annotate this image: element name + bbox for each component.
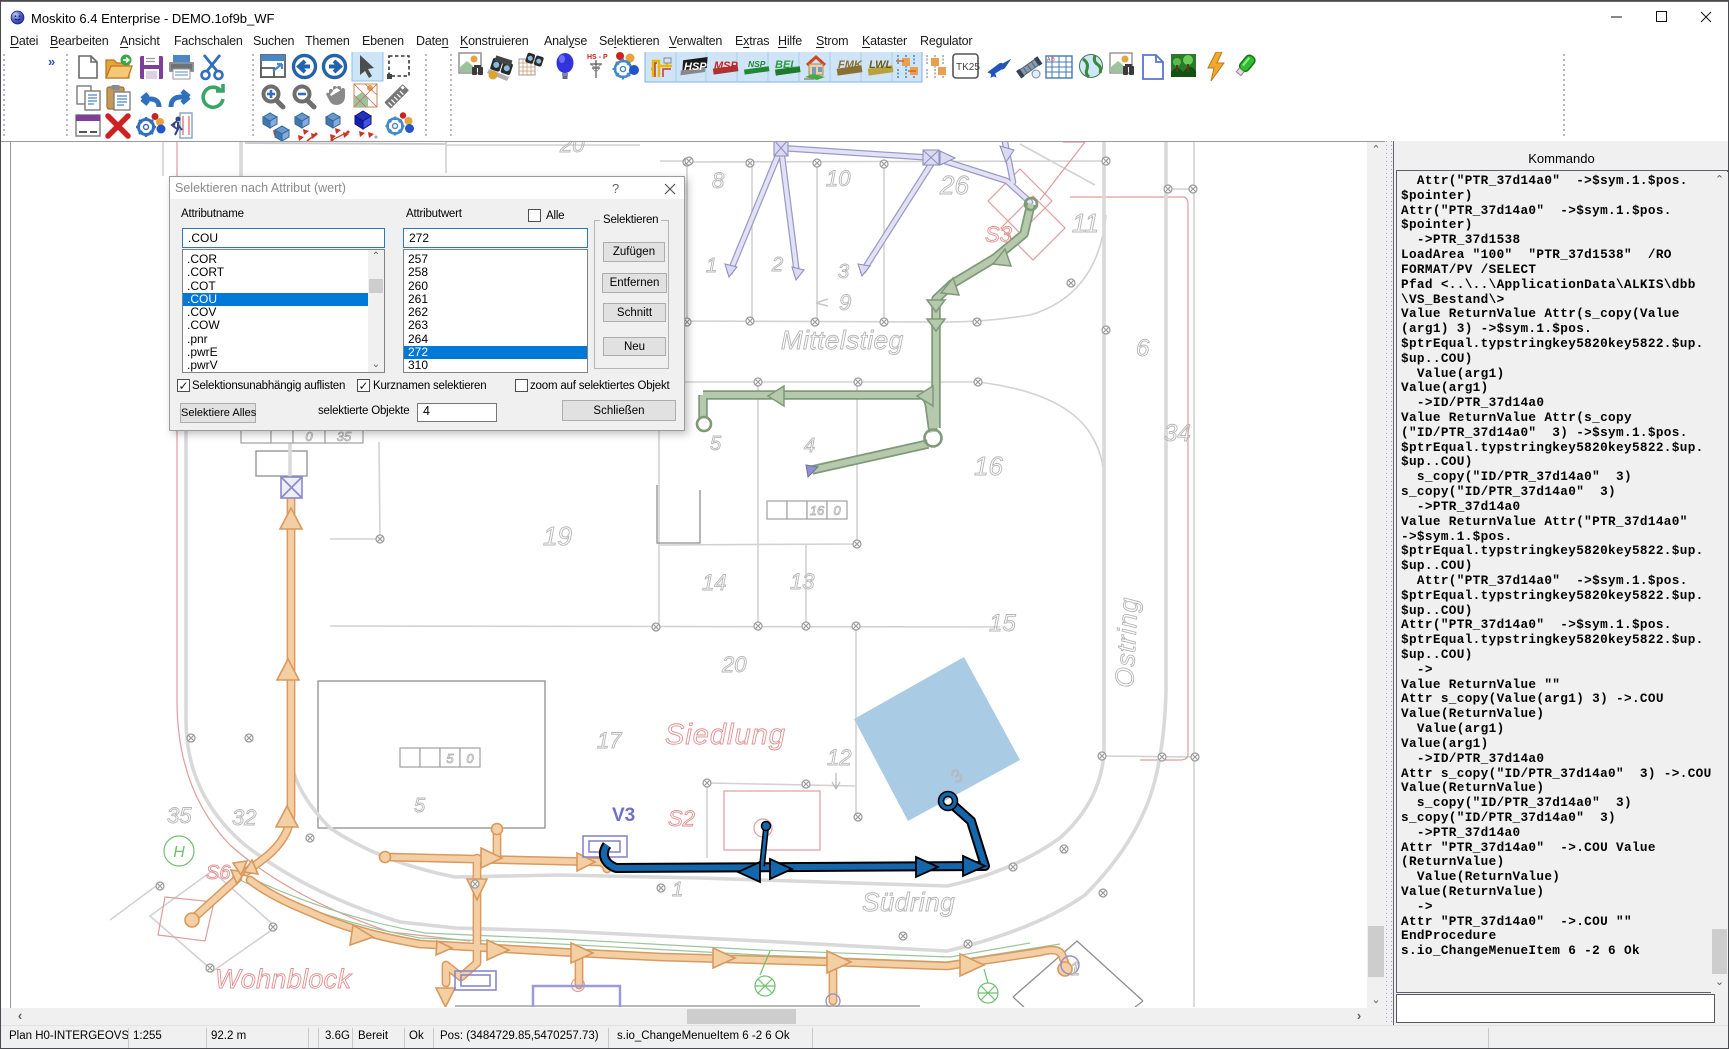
svg-text:20: 20 [559,142,585,157]
svg-text:4: 4 [804,435,815,457]
svg-text:17: 17 [597,728,622,753]
svg-text:11: 11 [1072,208,1099,238]
svg-text:5: 5 [446,751,454,766]
svg-text:TK25: TK25 [956,62,980,73]
svg-text:6: 6 [1136,335,1150,362]
svg-text:V3: V3 [612,805,635,826]
svg-text:BEL: BEL [775,59,797,71]
svg-text:1: 1 [706,255,717,277]
svg-text:1: 1 [672,879,683,901]
svg-text:19: 19 [543,521,572,551]
svg-text:3: 3 [838,261,849,283]
svg-text:FMK: FMK [838,59,863,71]
svg-text:S6: S6 [206,862,231,884]
svg-text:S3: S3 [985,222,1013,247]
svg-text:HSP: HSP [684,61,707,73]
svg-text:MSP: MSP [714,60,739,72]
svg-text:S2: S2 [668,806,695,831]
svg-text:NSP: NSP [748,59,766,69]
svg-text:34: 34 [1164,420,1191,447]
svg-text:Ostring: Ostring [1109,596,1144,688]
svg-text:LWL: LWL [869,59,892,71]
svg-text:9: 9 [839,290,851,315]
svg-text:Südring: Südring [862,887,955,917]
svg-text:8: 8 [712,168,725,193]
svg-text:Siedlung: Siedlung [665,719,786,751]
svg-text:15: 15 [989,610,1016,637]
svg-text:0: 0 [466,751,474,766]
svg-text:5: 5 [414,795,426,817]
svg-text:10: 10 [826,166,851,191]
svg-text:16: 16 [810,503,825,518]
svg-text:13: 13 [790,569,815,594]
svg-text:2: 2 [771,254,783,276]
svg-text:0: 0 [305,429,313,444]
svg-text:26: 26 [939,170,969,200]
svg-text:12: 12 [827,745,851,770]
svg-text:1: 1 [1070,959,1080,979]
svg-text:Mittelstieg: Mittelstieg [781,325,904,355]
svg-text:Wohnblock: Wohnblock [215,964,352,994]
svg-text:16: 16 [974,451,1003,481]
svg-text:HS - P: HS - P [587,54,608,61]
svg-text:5: 5 [710,433,722,455]
svg-text:0: 0 [833,503,841,518]
svg-text:14: 14 [702,570,726,595]
svg-text:35: 35 [167,803,192,828]
svg-text:A B: A B [1047,57,1055,63]
svg-text:32: 32 [232,805,256,830]
svg-text:35: 35 [337,429,352,444]
svg-text:20: 20 [721,652,747,677]
svg-text:H: H [173,844,185,861]
